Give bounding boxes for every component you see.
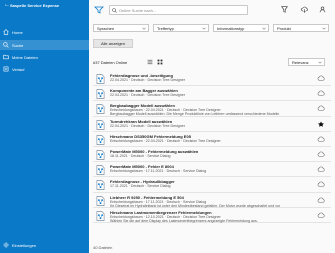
search-icon [112,8,117,13]
item-meta: 22.04.2021 · Deutsch · Decision Tree Des… [110,123,185,128]
document-tree-icon [96,74,105,84]
filter-icon[interactable] [281,6,288,13]
gear-icon [3,242,9,248]
item-meta: 17.11.2021 · Deutsch · Service Dialog [110,184,171,189]
list-item[interactable]: PowerMate M5000 - Fehlermeldung auswähle… [93,147,331,163]
chevron-down-icon [142,27,146,30]
item-meta: 22.04.2021 · Deutsch · Decision Tree Des… [110,78,185,82]
show-all-button[interactable]: Alle anzeigen [93,39,133,48]
item-meta: Entscheidungsbaum · 17.11.2021 · Deutsch… [110,169,207,174]
sidebar-item-label: Home [12,30,23,35]
chevron-down-icon [318,61,322,64]
document-tree-icon [96,180,105,191]
file-count: 40 Dateien [93,245,113,250]
document-tree-icon [96,134,105,145]
result-count: #37 Dateien Online [93,60,128,65]
sidebar-header: ← Saspelle Service Expense [0,0,89,10]
list-item[interactable]: Fehlerdiagnose und -beseitigung 22.04.202… [93,71,331,87]
cloud-icon[interactable] [317,166,325,172]
language-dropdown[interactable]: Sprachen [93,24,149,32]
folder-icon [3,54,9,60]
filter-toggle-icon[interactable] [94,6,104,14]
document-tree-icon [96,104,105,115]
sidebar-item-search[interactable]: Suche [0,40,89,50]
sidebar-item-files[interactable]: Meine Dateien [0,52,89,62]
settings-label: Einstellungen [12,243,37,248]
home-icon [3,29,9,35]
dropdown-label: Treffertyp [157,26,174,31]
result-list: Fehlerdiagnose und -beseitigung 22.04.202… [93,71,331,243]
user-icon[interactable] [319,6,326,13]
list-item[interactable]: Fehlerdiagnose - Hydraulikbagger 17.11.20… [93,177,331,193]
cloud-icon[interactable] [317,212,325,218]
document-tree-icon [96,150,105,160]
search-icon [3,42,9,48]
cloud-icon[interactable] [317,136,325,142]
list-view-icon[interactable] [147,59,153,65]
list-item[interactable]: Komponente am Bagger auswählen 22.04.2021… [93,86,331,102]
chevron-down-icon [322,27,326,30]
main-panel: Online Suche nach... Sprachen Treffertyp… [89,0,335,253]
app-title: Saspelle Service Expense [10,3,60,8]
cloud-download-icon[interactable] [301,6,308,13]
cloud-icon[interactable] [317,90,325,96]
history-icon [3,66,9,72]
list-item[interactable]: Liebherr R 9250 - Fehlermeldung E 504 Ent… [93,193,331,208]
chevron-down-icon [202,27,206,30]
dropdown-label: Informationstyp [217,26,245,31]
list-item[interactable]: Hirschmann Lastmomentbegrenzer Fehlermel… [93,208,331,223]
sidebar-item-history[interactable]: Verlauf [0,64,89,74]
document-tree-icon [96,210,105,221]
search-input[interactable]: Online Suche nach... [109,5,248,15]
sidebar-item-label: Meine Dateien [12,55,38,60]
hit-type-dropdown[interactable]: Treffertyp [153,24,209,32]
list-item[interactable]: PowerMate M5000 - Fehler E 8004 Entscheid… [93,162,331,178]
sidebar-item-label: Verlauf [12,67,25,72]
sort-dropdown[interactable]: Relevanz [288,58,325,66]
document-tree-icon [96,165,105,175]
list-item[interactable]: Bergbaubagger Modell auswählen Entscheidu… [93,101,331,117]
star-icon[interactable] [317,121,325,127]
cloud-icon[interactable] [317,197,325,203]
dropdown-label: Sprachen [97,26,115,31]
document-tree-icon [96,195,105,206]
cloud-icon[interactable] [317,151,325,157]
dropdown-label: Produkt [277,26,291,31]
info-type-dropdown[interactable]: Informationstyp [213,24,269,32]
item-meta: Entscheidungsbaum · 22.04.2021 · Deutsch… [110,138,221,143]
chevron-down-icon [262,27,266,30]
list-item[interactable]: Hirschmann DS350GM Fehlermeldung E05 Ents… [93,132,331,147]
sidebar-item-home[interactable]: Home [0,27,89,37]
product-dropdown[interactable]: Produkt [273,24,329,32]
cloud-icon[interactable] [317,181,325,187]
cloud-icon[interactable] [317,105,325,111]
document-tree-icon [96,89,105,100]
list-item[interactable]: Turmdrehkran Modell auswählen 22.04.2021 … [93,117,331,132]
sidebar-item-settings[interactable]: Einstellungen [0,240,89,250]
item-description: Wählen Sie die auf dem Display des Lastm… [110,218,258,223]
grid-view-icon[interactable] [157,59,163,65]
search-placeholder: Online Suche nach... [119,8,157,13]
cloud-icon[interactable] [317,75,325,81]
item-meta: 18.11.2021 · Deutsch · Service Dialog [110,153,171,158]
sidebar-item-label: Suche [12,43,24,48]
item-meta: 22.04.2021 · Deutsch · Decision Tree Des… [110,93,185,98]
document-tree-icon [96,119,105,130]
sidebar: ← Saspelle Service Expense Home Suche Me… [0,0,89,253]
sort-label: Relevanz [292,60,309,65]
